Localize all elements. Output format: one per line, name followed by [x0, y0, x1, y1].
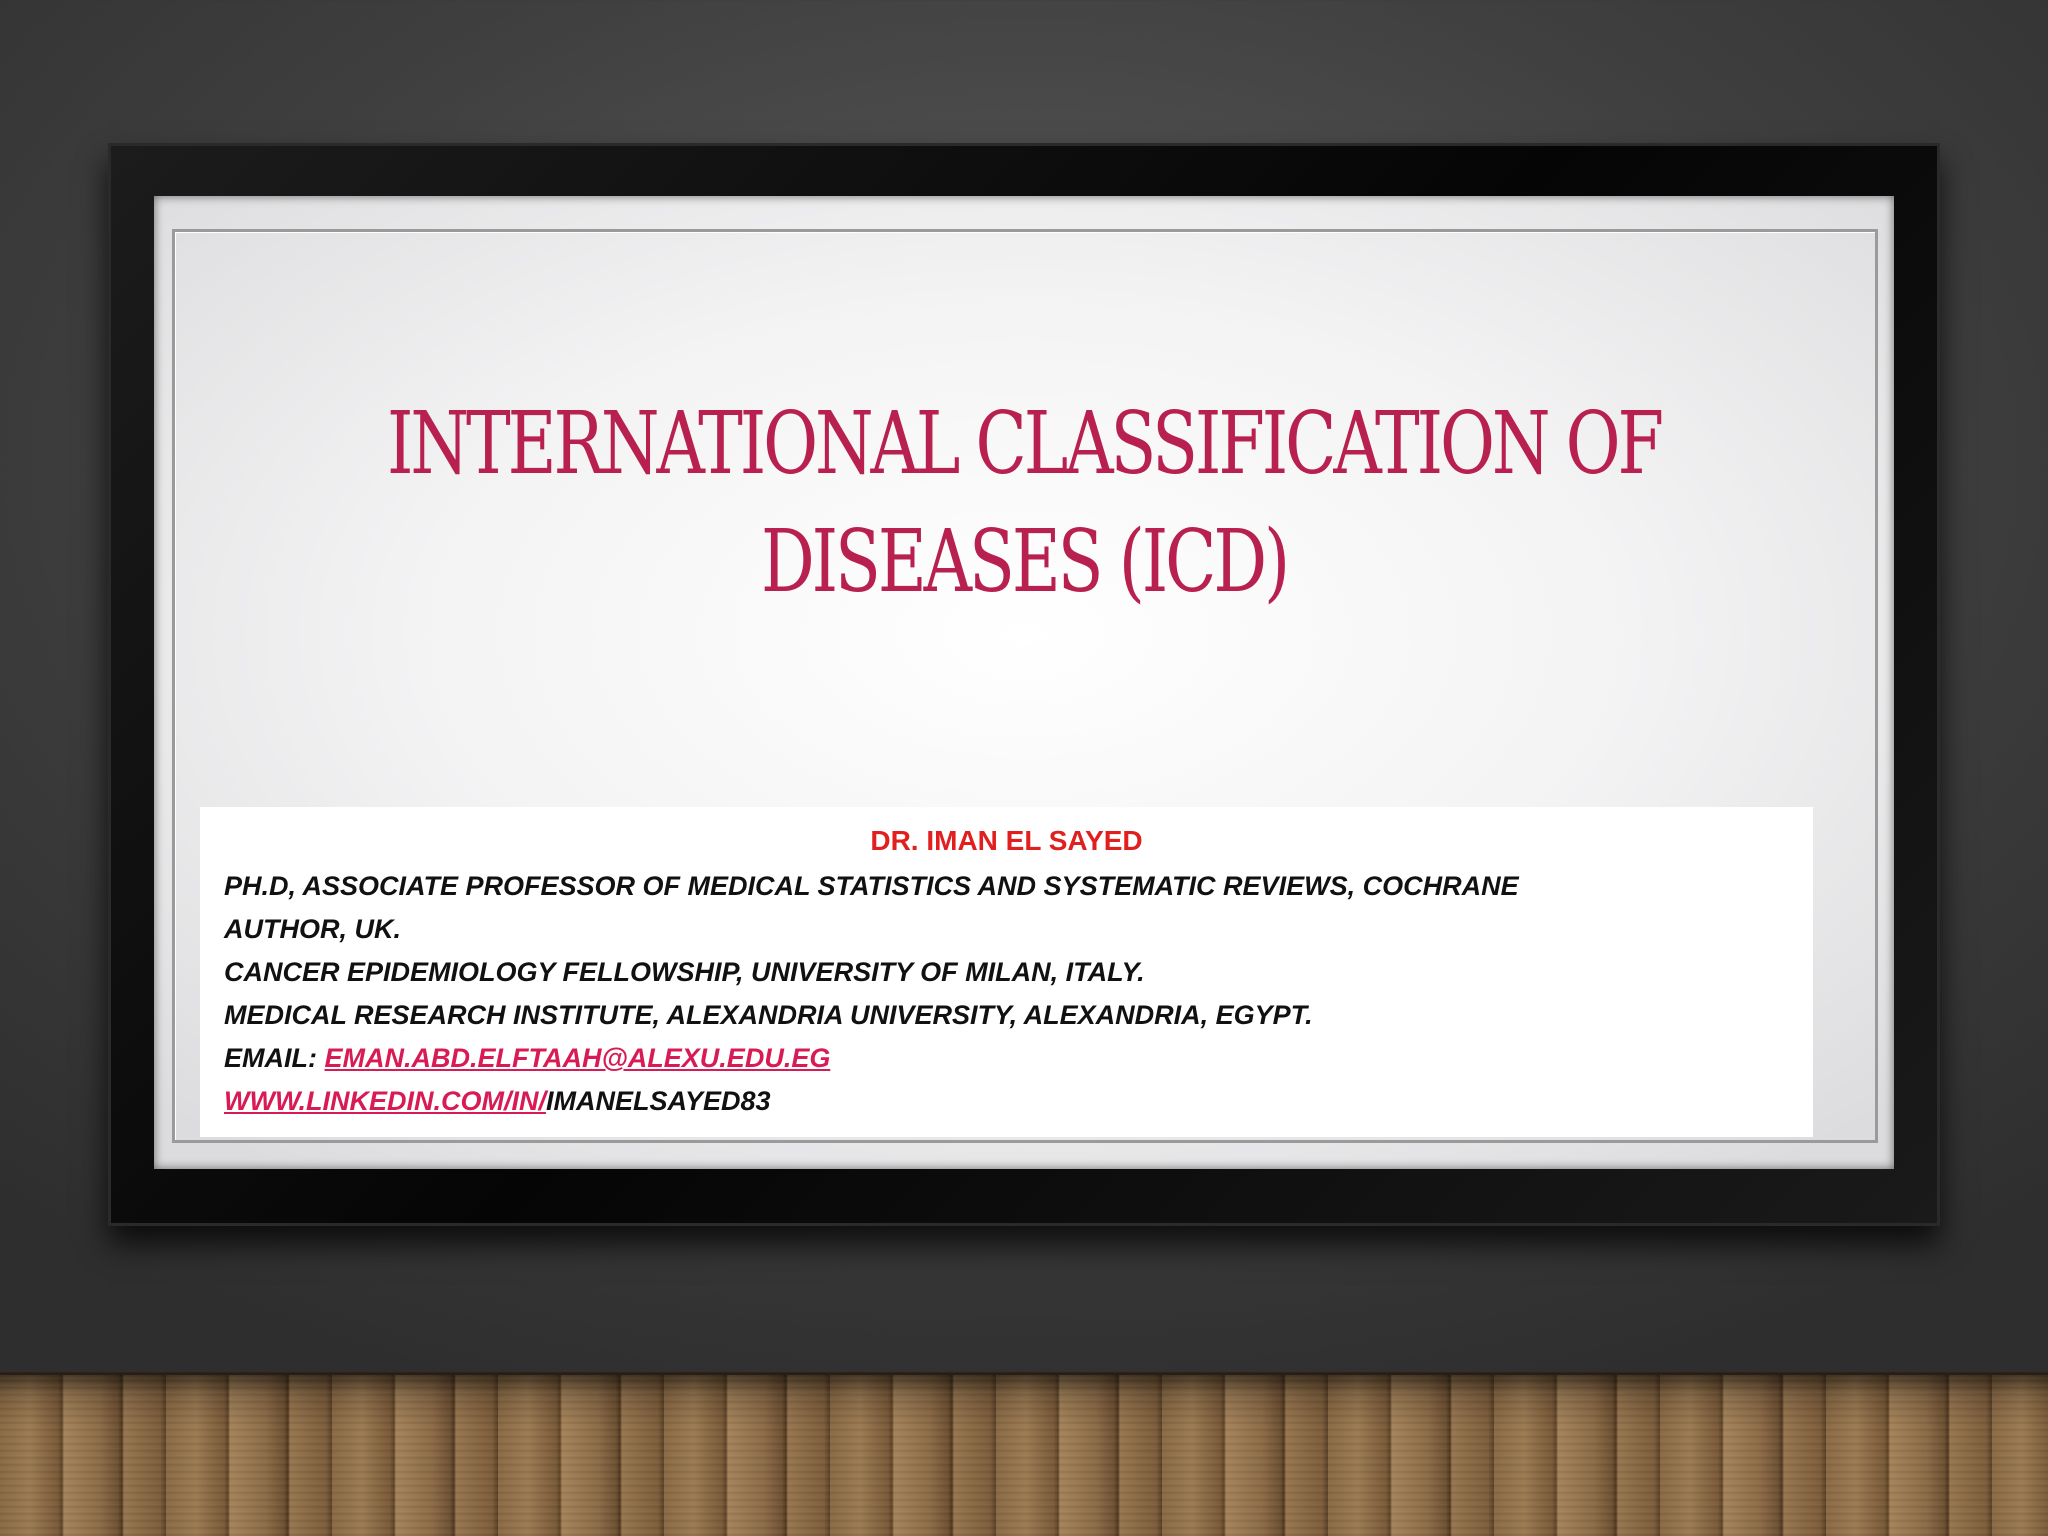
floor-grain — [0, 1372, 2048, 1536]
email-link[interactable]: EMAN.ABD.ELFTAAH@ALEXU.EDU.EG — [325, 1043, 831, 1073]
email-line: EMAIL: EMAN.ABD.ELFTAAH@ALEXU.EDU.EG — [224, 1037, 1789, 1080]
linkedin-link[interactable]: WWW.LINKEDIN.COM/IN/ — [224, 1086, 546, 1116]
author-institute-line: MEDICAL RESEARCH INSTITUTE, ALEXANDRIA U… — [224, 1000, 1313, 1030]
author-credentials-line-2: AUTHOR, UK. — [224, 914, 401, 944]
author-credentials-line-1: PH.D, ASSOCIATE PROFESSOR OF MEDICAL STA… — [224, 871, 1519, 901]
linkedin-suffix: IMANELSAYED83 — [545, 1086, 771, 1116]
email-label: EMAIL: — [224, 1043, 325, 1073]
slide-title: INTERNATIONAL CLASSIFICATION OF DISEASES… — [381, 385, 1666, 621]
title-line-2: DISEASES (ICD) — [760, 512, 1290, 612]
title-line-1: INTERNATIONAL CLASSIFICATION OF — [387, 394, 1664, 494]
linkedin-line: WWW.LINKEDIN.COM/IN/IMANELSAYED83 — [224, 1080, 1789, 1123]
author-info-box: DR. IMAN EL SAYED PH.D, ASSOCIATE PROFES… — [200, 807, 1813, 1137]
author-name: DR. IMAN EL SAYED — [870, 825, 1143, 856]
author-fellowship-line: CANCER EPIDEMIOLOGY FELLOWSHIP, UNIVERSI… — [224, 957, 1145, 987]
